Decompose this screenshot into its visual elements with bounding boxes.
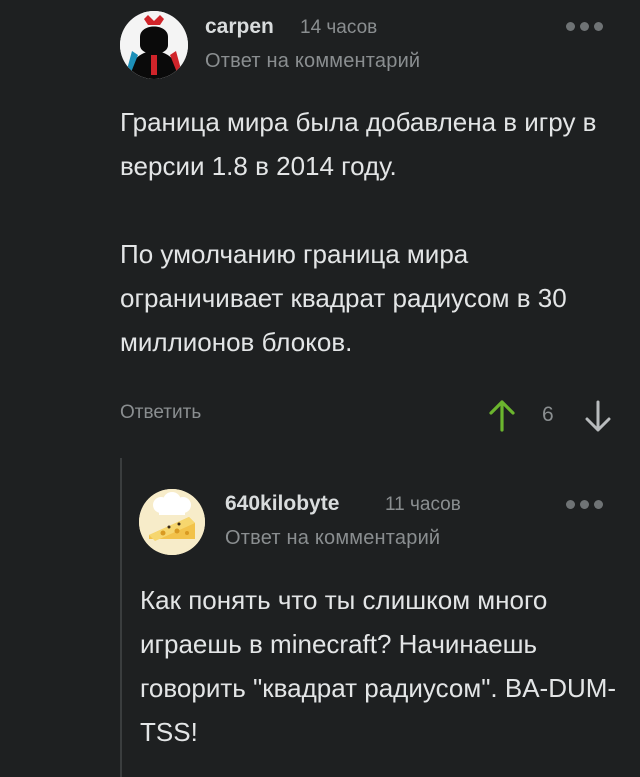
more-dot — [594, 22, 603, 31]
comment-paragraph: Граница мира была добавлена в игру в вер… — [120, 107, 597, 181]
comment: carpen 14 часов Ответ на комментарий Гра… — [0, 0, 640, 455]
timestamp: 14 часов — [300, 17, 378, 38]
avatar[interactable] — [139, 489, 205, 555]
more-dot — [580, 500, 589, 509]
more-options-button[interactable] — [566, 500, 603, 509]
more-dot — [594, 500, 603, 509]
upvote-button[interactable] — [488, 400, 516, 432]
comment-paragraph: Как понять что ты слишком много играешь … — [140, 585, 617, 747]
reply-to-link[interactable]: Ответ на комментарий — [225, 527, 440, 550]
arrow-down-icon — [585, 400, 611, 432]
comments-page: carpen 14 часов Ответ на комментарий Гра… — [0, 0, 640, 777]
avatar[interactable] — [120, 11, 188, 79]
rating-count: 6 — [542, 403, 554, 426]
anonymous-mask-avatar-icon — [120, 11, 188, 79]
downvote-button[interactable] — [584, 400, 612, 432]
username[interactable]: 640kilobyte — [225, 492, 339, 516]
more-dot — [580, 22, 589, 31]
reply-button[interactable]: Ответить — [120, 402, 201, 424]
reply-to-link[interactable]: Ответ на комментарий — [205, 50, 420, 73]
username[interactable]: carpen — [205, 15, 274, 39]
more-options-button[interactable] — [566, 22, 603, 31]
arrow-up-icon — [489, 400, 515, 432]
comment-body: Как понять что ты слишком много играешь … — [140, 578, 620, 754]
comment-paragraph: По умолчанию граница мира ограничивает к… — [120, 239, 567, 357]
more-dots-icon — [566, 500, 575, 509]
reply-comment: 640kilobyte 11 часов Ответ на комментари… — [120, 470, 640, 777]
comment-body: Граница мира была добавлена в игру в вер… — [120, 100, 620, 364]
chef-cheese-avatar-icon — [139, 489, 205, 555]
timestamp: 11 часов — [385, 494, 461, 515]
more-dots-icon — [566, 22, 575, 31]
